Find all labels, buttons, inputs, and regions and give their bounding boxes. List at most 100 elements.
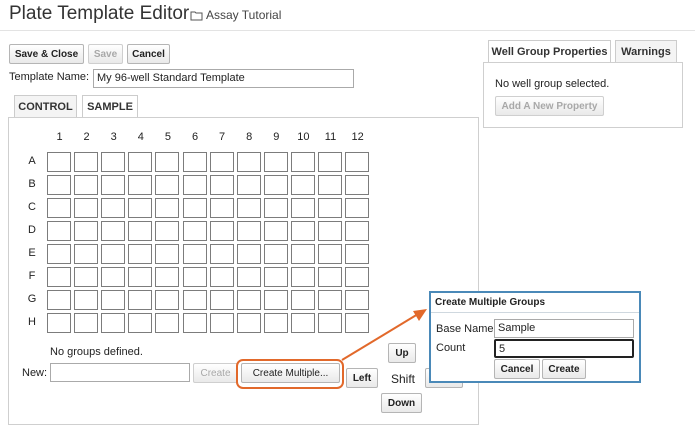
plate-well[interactable]: [47, 290, 71, 310]
plate-well[interactable]: [128, 152, 153, 172]
plate-well[interactable]: [182, 198, 207, 218]
plate-well[interactable]: [290, 175, 315, 195]
plate-well[interactable]: [155, 198, 180, 218]
plate-well[interactable]: [236, 290, 261, 310]
plate-well[interactable]: [155, 267, 180, 287]
plate-well[interactable]: [318, 244, 342, 264]
plate-well[interactable]: [263, 290, 288, 310]
plate-well[interactable]: [236, 221, 261, 241]
plate-well[interactable]: [128, 267, 153, 287]
plate-well[interactable]: [263, 221, 288, 241]
plate-well[interactable]: [47, 267, 71, 287]
plate-well[interactable]: [182, 152, 207, 172]
plate-well[interactable]: [74, 267, 99, 287]
plate-well[interactable]: [128, 198, 153, 218]
add-property-button[interactable]: Add A New Property: [495, 96, 604, 116]
plate-well[interactable]: [101, 313, 126, 333]
plate-well[interactable]: [318, 267, 342, 287]
plate-well[interactable]: [101, 267, 126, 287]
plate-well[interactable]: [318, 198, 342, 218]
plate-well[interactable]: [209, 267, 234, 287]
plate-well[interactable]: [155, 152, 180, 172]
plate-well[interactable]: [128, 290, 153, 310]
plate-well[interactable]: [128, 221, 153, 241]
plate-well[interactable]: [182, 267, 207, 287]
plate-well[interactable]: [263, 267, 288, 287]
shift-down-button[interactable]: Down: [381, 393, 422, 413]
plate-well[interactable]: [101, 152, 126, 172]
plate-well[interactable]: [74, 290, 99, 310]
plate-well[interactable]: [290, 221, 315, 241]
plate-well[interactable]: [290, 198, 315, 218]
plate-well[interactable]: [236, 175, 261, 195]
plate-well[interactable]: [74, 313, 99, 333]
plate-well[interactable]: [182, 244, 207, 264]
plate-well[interactable]: [318, 175, 342, 195]
plate-well[interactable]: [101, 244, 126, 264]
plate-well[interactable]: [101, 290, 126, 310]
plate-well[interactable]: [263, 175, 288, 195]
plate-well[interactable]: [47, 244, 71, 264]
dialog-cancel-button[interactable]: Cancel: [494, 359, 540, 379]
plate-well[interactable]: [263, 313, 288, 333]
template-name-input[interactable]: My 96-well Standard Template: [93, 69, 354, 88]
plate-well[interactable]: [155, 290, 180, 310]
plate-well[interactable]: [290, 244, 315, 264]
tab-control[interactable]: CONTROL: [14, 95, 77, 117]
plate-well[interactable]: [345, 267, 370, 287]
plate-well[interactable]: [74, 221, 99, 241]
plate-well[interactable]: [209, 198, 234, 218]
plate-well[interactable]: [236, 152, 261, 172]
plate-well[interactable]: [182, 175, 207, 195]
plate-well[interactable]: [155, 244, 180, 264]
base-name-input[interactable]: Sample: [494, 319, 634, 338]
tab-sample[interactable]: SAMPLE: [82, 95, 138, 118]
plate-well[interactable]: [155, 221, 180, 241]
plate-well[interactable]: [101, 221, 126, 241]
create-group-button[interactable]: Create: [193, 363, 238, 383]
plate-well[interactable]: [290, 313, 315, 333]
plate-well[interactable]: [74, 198, 99, 218]
save-button[interactable]: Save: [88, 44, 123, 64]
plate-well[interactable]: [74, 175, 99, 195]
plate-well[interactable]: [182, 221, 207, 241]
plate-well[interactable]: [290, 290, 315, 310]
plate-well[interactable]: [209, 175, 234, 195]
plate-well[interactable]: [128, 175, 153, 195]
plate-well[interactable]: [74, 152, 99, 172]
plate-well[interactable]: [345, 175, 370, 195]
plate-well[interactable]: [236, 198, 261, 218]
plate-well[interactable]: [318, 221, 342, 241]
plate-well[interactable]: [47, 152, 71, 172]
plate-well[interactable]: [155, 313, 180, 333]
plate-well[interactable]: [290, 152, 315, 172]
plate-well[interactable]: [236, 244, 261, 264]
plate-well[interactable]: [128, 313, 153, 333]
count-input[interactable]: 5: [494, 339, 634, 358]
plate-well[interactable]: [209, 313, 234, 333]
plate-well[interactable]: [209, 152, 234, 172]
dialog-create-button[interactable]: Create: [542, 359, 586, 379]
plate-well[interactable]: [182, 290, 207, 310]
plate-well[interactable]: [101, 198, 126, 218]
plate-well[interactable]: [209, 244, 234, 264]
plate-well[interactable]: [47, 198, 71, 218]
cancel-button[interactable]: Cancel: [127, 44, 170, 64]
breadcrumb[interactable]: Assay Tutorial: [190, 8, 281, 22]
plate-well[interactable]: [345, 244, 370, 264]
plate-well[interactable]: [318, 152, 342, 172]
plate-well[interactable]: [263, 198, 288, 218]
plate-well[interactable]: [290, 267, 315, 287]
plate-well[interactable]: [236, 313, 261, 333]
plate-well[interactable]: [345, 152, 370, 172]
plate-well[interactable]: [209, 290, 234, 310]
plate-well[interactable]: [209, 221, 234, 241]
plate-well[interactable]: [47, 313, 71, 333]
tab-well-group-properties[interactable]: Well Group Properties: [488, 40, 611, 63]
plate-well[interactable]: [47, 175, 71, 195]
plate-well[interactable]: [74, 244, 99, 264]
plate-well[interactable]: [263, 244, 288, 264]
plate-well[interactable]: [47, 221, 71, 241]
plate-well[interactable]: [263, 152, 288, 172]
save-close-button[interactable]: Save & Close: [9, 44, 84, 64]
